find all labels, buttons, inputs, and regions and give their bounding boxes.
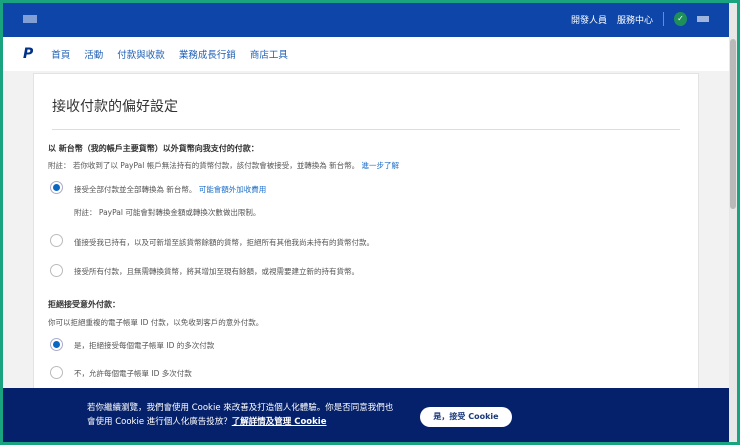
learn-more-link[interactable]: 進一步了解 (362, 161, 400, 170)
help-center-link[interactable]: 服務中心 (617, 13, 653, 26)
browser-viewport: 開發人員 服務中心 ✓ P 首頁 活動 付款與收款 業務成長行銷 商店工具 接收… (3, 3, 737, 442)
nav-store-tools[interactable]: 商店工具 (250, 47, 288, 61)
cookie-banner: 若你繼續瀏覽，我們會使用 Cookie 來改善及打造個人化體驗。你是否同意我們也… (3, 388, 729, 442)
nav-home[interactable]: 首頁 (51, 47, 70, 61)
fees-link[interactable]: 可能會額外加收費用 (199, 185, 267, 194)
unexpected-heading: 拒絕接受意外付款： (48, 300, 120, 309)
currency-note: 附註： 若你收到了以 PayPal 帳戶無法持有的貨幣付款，該付款會被接受，並轉… (48, 161, 360, 170)
nav-activity[interactable]: 活動 (84, 47, 103, 61)
accept-cookies-button[interactable]: 是，接受 Cookie (420, 407, 512, 427)
option-label: 接受所有付款，且無需轉換貨幣，將其增加至現有餘額，或視需要建立新的持有貨幣。 (74, 267, 359, 276)
manage-cookies-link[interactable]: 了解詳情及管理 Cookie (232, 417, 327, 427)
shield-icon[interactable]: ✓ (674, 12, 687, 26)
top-bar: 開發人員 服務中心 ✓ (3, 3, 729, 37)
account-name[interactable] (23, 15, 37, 23)
currency-heading: 以 新台幣（我的帳戶主要貨幣）以外貨幣向我支付的付款： (48, 144, 259, 153)
radio-held-only[interactable] (50, 234, 63, 247)
option-label: 接受全部付款並全部轉換為 新台幣。 (74, 185, 197, 194)
option-note: 附註： PayPal 可能會對轉換金額或轉換次數做出限制。 (74, 208, 261, 217)
divider (663, 12, 664, 26)
option-label: 不，允許每個電子帳單 ID 多次付款 (74, 369, 192, 378)
option-label: 是，拒絕接受每個電子帳單 ID 的多次付款 (74, 341, 215, 350)
preferences-card: 接收付款的偏好設定 以 新台幣（我的帳戶主要貨幣）以外貨幣向我支付的付款： 附註… (33, 73, 699, 413)
paypal-logo-icon[interactable]: P (23, 46, 33, 62)
option-label: 僅接受我已持有，以及可新增至該貨幣餘額的貨幣，拒絕所有其他我尚未持有的貨幣付款。 (74, 238, 374, 247)
radio-accept-all[interactable] (50, 264, 63, 277)
scrollbar-thumb[interactable] (730, 39, 736, 209)
nav-payments[interactable]: 付款與收款 (117, 47, 165, 61)
nav-growth[interactable]: 業務成長行銷 (179, 47, 236, 61)
divider (52, 129, 680, 130)
scrollbar[interactable] (729, 3, 737, 442)
radio-allow-duplicate[interactable] (50, 366, 63, 379)
main-nav: P 首頁 活動 付款與收款 業務成長行銷 商店工具 (3, 37, 729, 71)
page-title: 接收付款的偏好設定 (52, 99, 178, 115)
developer-link[interactable]: 開發人員 (571, 13, 607, 26)
unexpected-desc: 你可以拒絕重複的電子帳單 ID 付款，以免收到客戶的意外付款。 (48, 318, 264, 327)
user-name[interactable] (697, 16, 709, 22)
radio-convert-all[interactable] (50, 181, 63, 194)
radio-block-duplicate[interactable] (50, 338, 63, 351)
